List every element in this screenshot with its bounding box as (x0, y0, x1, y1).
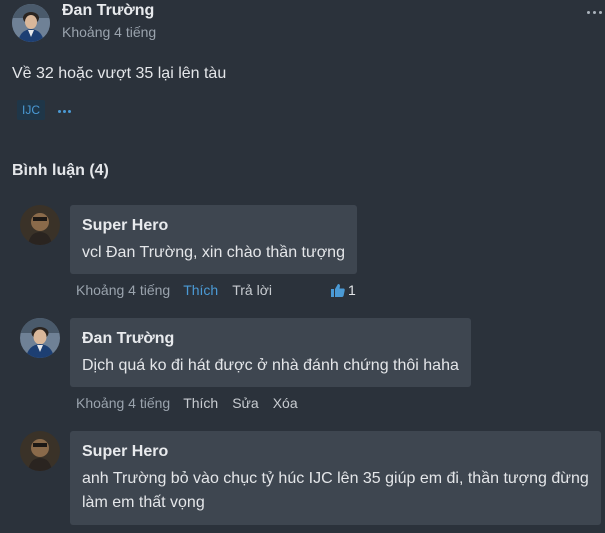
tag-more-dots-icon[interactable] (56, 100, 72, 120)
comment-text: vcl Đan Trường, xin chào thần tượng (82, 244, 345, 261)
like-button[interactable]: Thích (183, 282, 218, 298)
comment-avatar[interactable] (20, 318, 60, 358)
comment-avatar[interactable] (20, 205, 60, 245)
comment-author-name[interactable]: Super Hero (82, 442, 589, 462)
thumbs-up-icon (331, 283, 345, 297)
reply-button[interactable]: Trả lời (232, 282, 272, 298)
like-button[interactable]: Thích (183, 395, 218, 411)
post-author-name[interactable]: Đan Trường (62, 2, 154, 20)
post-timestamp: Khoảng 4 tiếng (62, 24, 157, 40)
comment-author-name[interactable]: Super Hero (82, 216, 345, 236)
delete-button[interactable]: Xóa (273, 395, 298, 411)
more-dots-icon[interactable] (585, 8, 603, 20)
comment-timestamp: Khoảng 4 tiếng (76, 395, 171, 411)
comment-actions: Khoảng 4 tiếng Thích Sửa Xóa (76, 395, 312, 411)
comment-bubble: Super Hero vcl Đan Trường, xin chào thần… (70, 205, 357, 274)
comment-text: Dịch quá ko đi hát được ở nhà đánh chứng… (82, 357, 459, 374)
avatar-photo-icon (20, 431, 60, 471)
stock-tag-ijc[interactable]: IJC (17, 100, 45, 120)
comment-timestamp: Khoảng 4 tiếng (76, 282, 171, 298)
like-count[interactable]: 1 (331, 282, 356, 298)
avatar-photo-icon (20, 205, 60, 245)
post-body-text: Về 32 hoặc vượt 35 lại lên tàu (12, 65, 227, 82)
edit-button[interactable]: Sửa (232, 395, 259, 411)
like-count-value: 1 (348, 282, 356, 298)
comments-heading: Bình luận (4) (12, 162, 109, 179)
comment-text: anh Trường bỏ vào chục tỷ húc IJC lên 35… (82, 470, 589, 511)
comment-bubble: Super Hero anh Trường bỏ vào chục tỷ húc… (70, 431, 601, 525)
comment-author-name[interactable]: Đan Trường (82, 329, 459, 349)
comment-bubble: Đan Trường Dịch quá ko đi hát được ở nhà… (70, 318, 471, 387)
comment-avatar[interactable] (20, 431, 60, 471)
avatar-photo-icon (12, 4, 50, 42)
comment-actions: Khoảng 4 tiếng Thích Trả lời (76, 282, 286, 298)
avatar-photo-icon (20, 318, 60, 358)
author-avatar[interactable] (12, 4, 50, 42)
